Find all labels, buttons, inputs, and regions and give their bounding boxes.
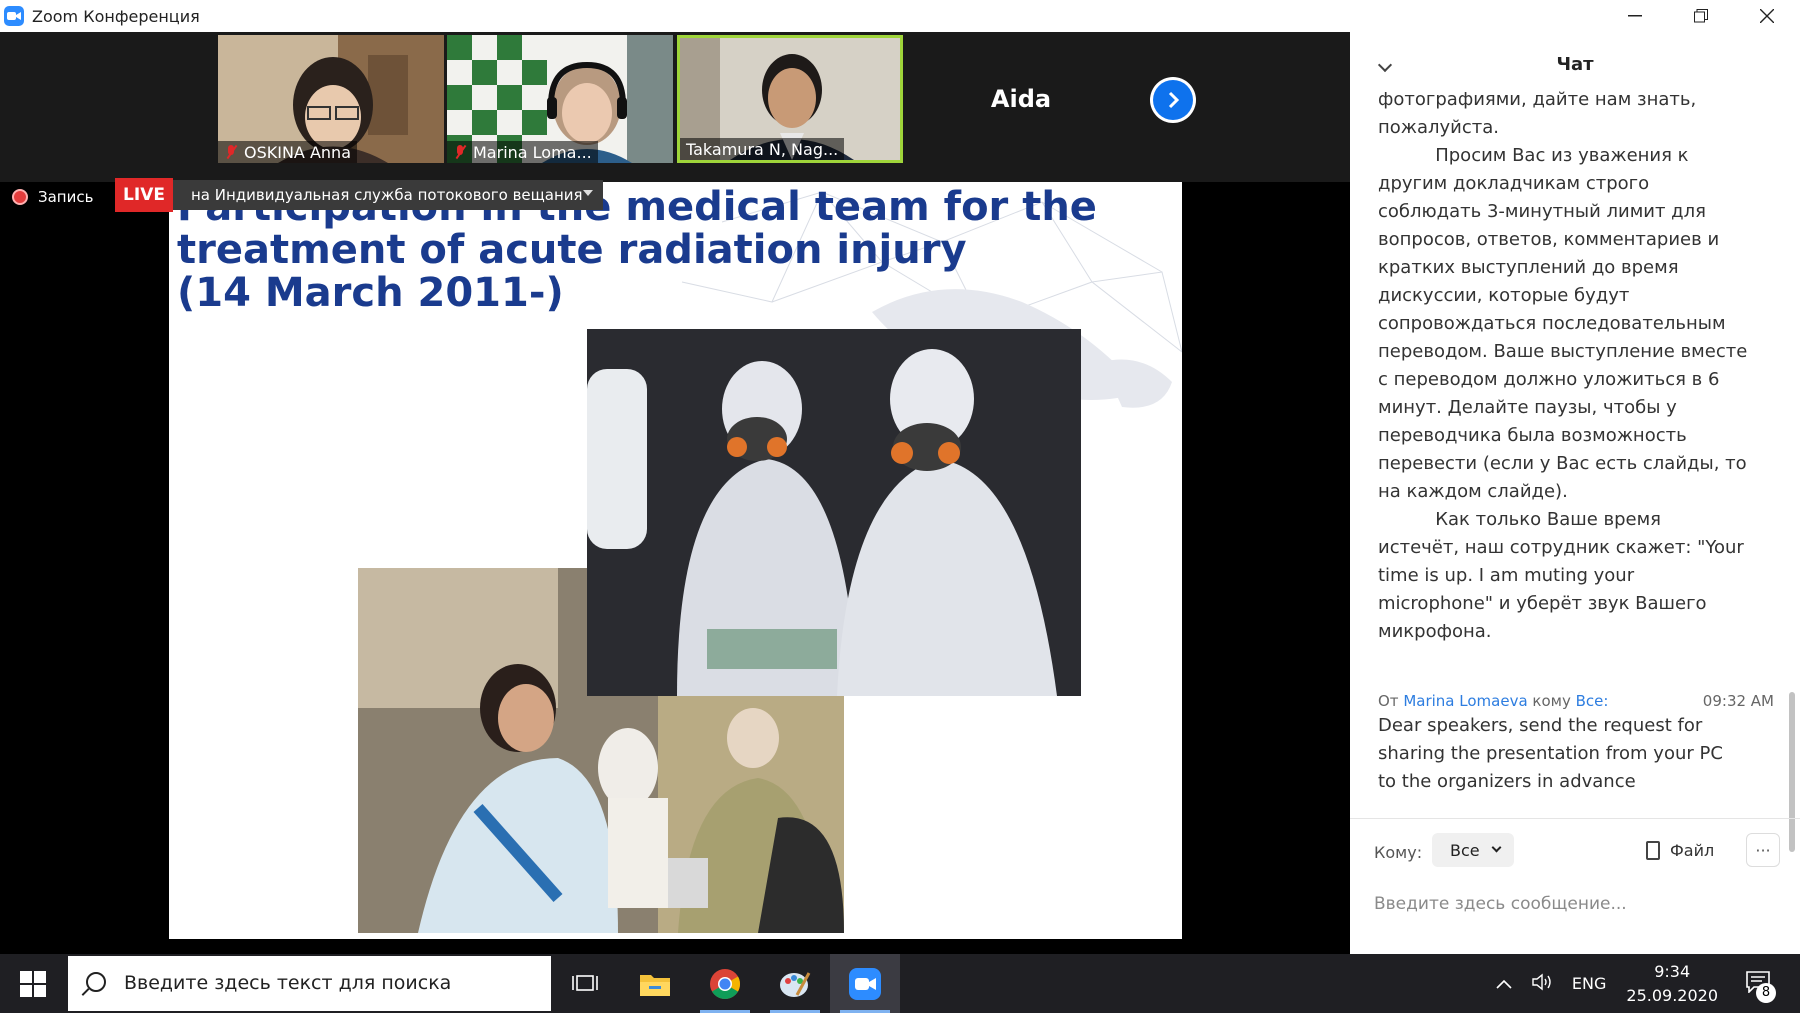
participant-name: OSKINA Anna: [244, 142, 351, 162]
volume-icon[interactable]: [1532, 973, 1554, 995]
meeting-area: OSKINA Anna Marina Loma... Takamura N, N…: [0, 32, 1350, 954]
title-bar: Zoom Конференция: [0, 0, 1800, 32]
clock-date: 25.09.2020: [1626, 985, 1718, 1005]
zoom-taskbar-icon[interactable]: [830, 954, 900, 1013]
paint-icon[interactable]: [760, 954, 830, 1013]
participant-name: Aida: [990, 85, 1052, 113]
chat-scrollbar[interactable]: [1788, 92, 1796, 852]
participant-name: Marina Loma...: [473, 142, 592, 162]
file-label: Файл: [1670, 840, 1715, 860]
sender-name[interactable]: Marina Lomaeva: [1403, 692, 1527, 710]
shared-slide: Participation in the medical team for th…: [169, 182, 1182, 939]
zoom-logo-icon: [4, 6, 24, 26]
notification-center-icon[interactable]: 8: [1746, 970, 1776, 1003]
search-placeholder: Введите здесь текст для поиска: [124, 972, 452, 994]
file-button[interactable]: Файл: [1646, 835, 1714, 865]
chevron-up-icon[interactable]: [1496, 974, 1512, 993]
chrome-icon[interactable]: [690, 954, 760, 1013]
task-view-icon[interactable]: [550, 954, 620, 1013]
message-time: 09:32 AM: [1702, 692, 1774, 710]
participant-name-tag: Takamura N, Nag...: [680, 138, 845, 160]
slide-photo-protective-suits: [587, 329, 1081, 696]
chat-title: Чат: [1556, 54, 1594, 75]
chat-message-text: фотографиями, дайте нам знать, пожалуйст…: [1378, 89, 1748, 642]
message-input[interactable]: [1374, 889, 1774, 919]
participant-tile-active-speaker[interactable]: Takamura N, Nag...: [677, 35, 903, 163]
system-clock[interactable]: 9:34 25.09.2020: [1626, 960, 1718, 1008]
recording-indicator[interactable]: Запись: [12, 182, 93, 212]
zoom-window: Zoom Конференция OSKINA Anna Marina Loma…: [0, 0, 1800, 1013]
chat-panel: Чат фотографиями, дайте нам знать, пожал…: [1350, 32, 1800, 954]
windows-start-icon[interactable]: [12, 968, 54, 1000]
caret-down-icon: [583, 190, 593, 196]
live-stream-dropdown[interactable]: на Индивидуальная служба потокового веща…: [173, 180, 603, 210]
notification-count-badge: 8: [1756, 982, 1776, 1003]
file-icon: [1646, 840, 1660, 860]
participant-tile[interactable]: Marina Loma...: [447, 35, 673, 163]
recipient-name[interactable]: Все:: [1576, 692, 1609, 710]
recipient-select-value: Все: [1450, 840, 1480, 860]
minimize-button[interactable]: [1602, 0, 1668, 32]
chat-message: От Marina Lomaeva кому Все: 09:32 AM Dea…: [1378, 692, 1774, 796]
language-indicator[interactable]: ENG: [1572, 974, 1606, 993]
next-participants-button[interactable]: [1150, 77, 1196, 123]
live-stream-label: на Индивидуальная служба потокового веща…: [191, 186, 583, 204]
restore-button[interactable]: [1668, 0, 1734, 32]
slide-title-line: treatment of acute radiation injury: [177, 227, 967, 273]
participant-tile[interactable]: Aida: [908, 35, 1134, 163]
participant-strip: OSKINA Anna Marina Loma... Takamura N, N…: [0, 32, 1350, 182]
participant-name-tag: OSKINA Anna: [218, 141, 357, 163]
chat-composer: Кому: Все Файл ···: [1350, 818, 1800, 954]
file-explorer-icon[interactable]: [620, 954, 690, 1013]
from-prefix: От: [1378, 692, 1399, 710]
chevron-down-icon: [1491, 842, 1502, 853]
recipient-select[interactable]: Все: [1432, 833, 1514, 867]
window-controls: [1602, 0, 1800, 32]
record-icon: [12, 189, 28, 205]
to-label: Кому:: [1374, 843, 1423, 862]
live-badge[interactable]: LIVE: [115, 178, 173, 212]
windows-taskbar: Введите здесь текст для поиска ENG 9:34 …: [0, 954, 1800, 1013]
mic-muted-icon: [224, 144, 238, 160]
participant-name: Takamura N, Nag...: [686, 139, 839, 159]
slide-title-line: (14 March 2011-): [177, 270, 564, 316]
more-options-button[interactable]: ···: [1746, 833, 1780, 867]
taskbar-search-box[interactable]: Введите здесь текст для поиска: [68, 956, 551, 1011]
to-prefix: кому: [1532, 692, 1571, 710]
clock-time: 9:34: [1654, 961, 1691, 981]
close-button[interactable]: [1734, 0, 1800, 32]
recording-label: Запись: [38, 188, 94, 206]
participant-name-tag: Marina Loma...: [447, 141, 598, 163]
mic-muted-icon: [453, 144, 467, 160]
window-title: Zoom Конференция: [32, 6, 200, 26]
chat-message-meta: От Marina Lomaeva кому Все: 09:32 AM: [1378, 692, 1774, 710]
participant-tile[interactable]: OSKINA Anna: [218, 35, 444, 163]
search-icon: [86, 972, 106, 992]
chevron-right-icon: [1153, 80, 1193, 120]
system-tray: ENG 9:34 25.09.2020 8: [1496, 954, 1800, 1013]
chat-message-text: Dear speakers, send the request for shar…: [1378, 715, 1723, 792]
